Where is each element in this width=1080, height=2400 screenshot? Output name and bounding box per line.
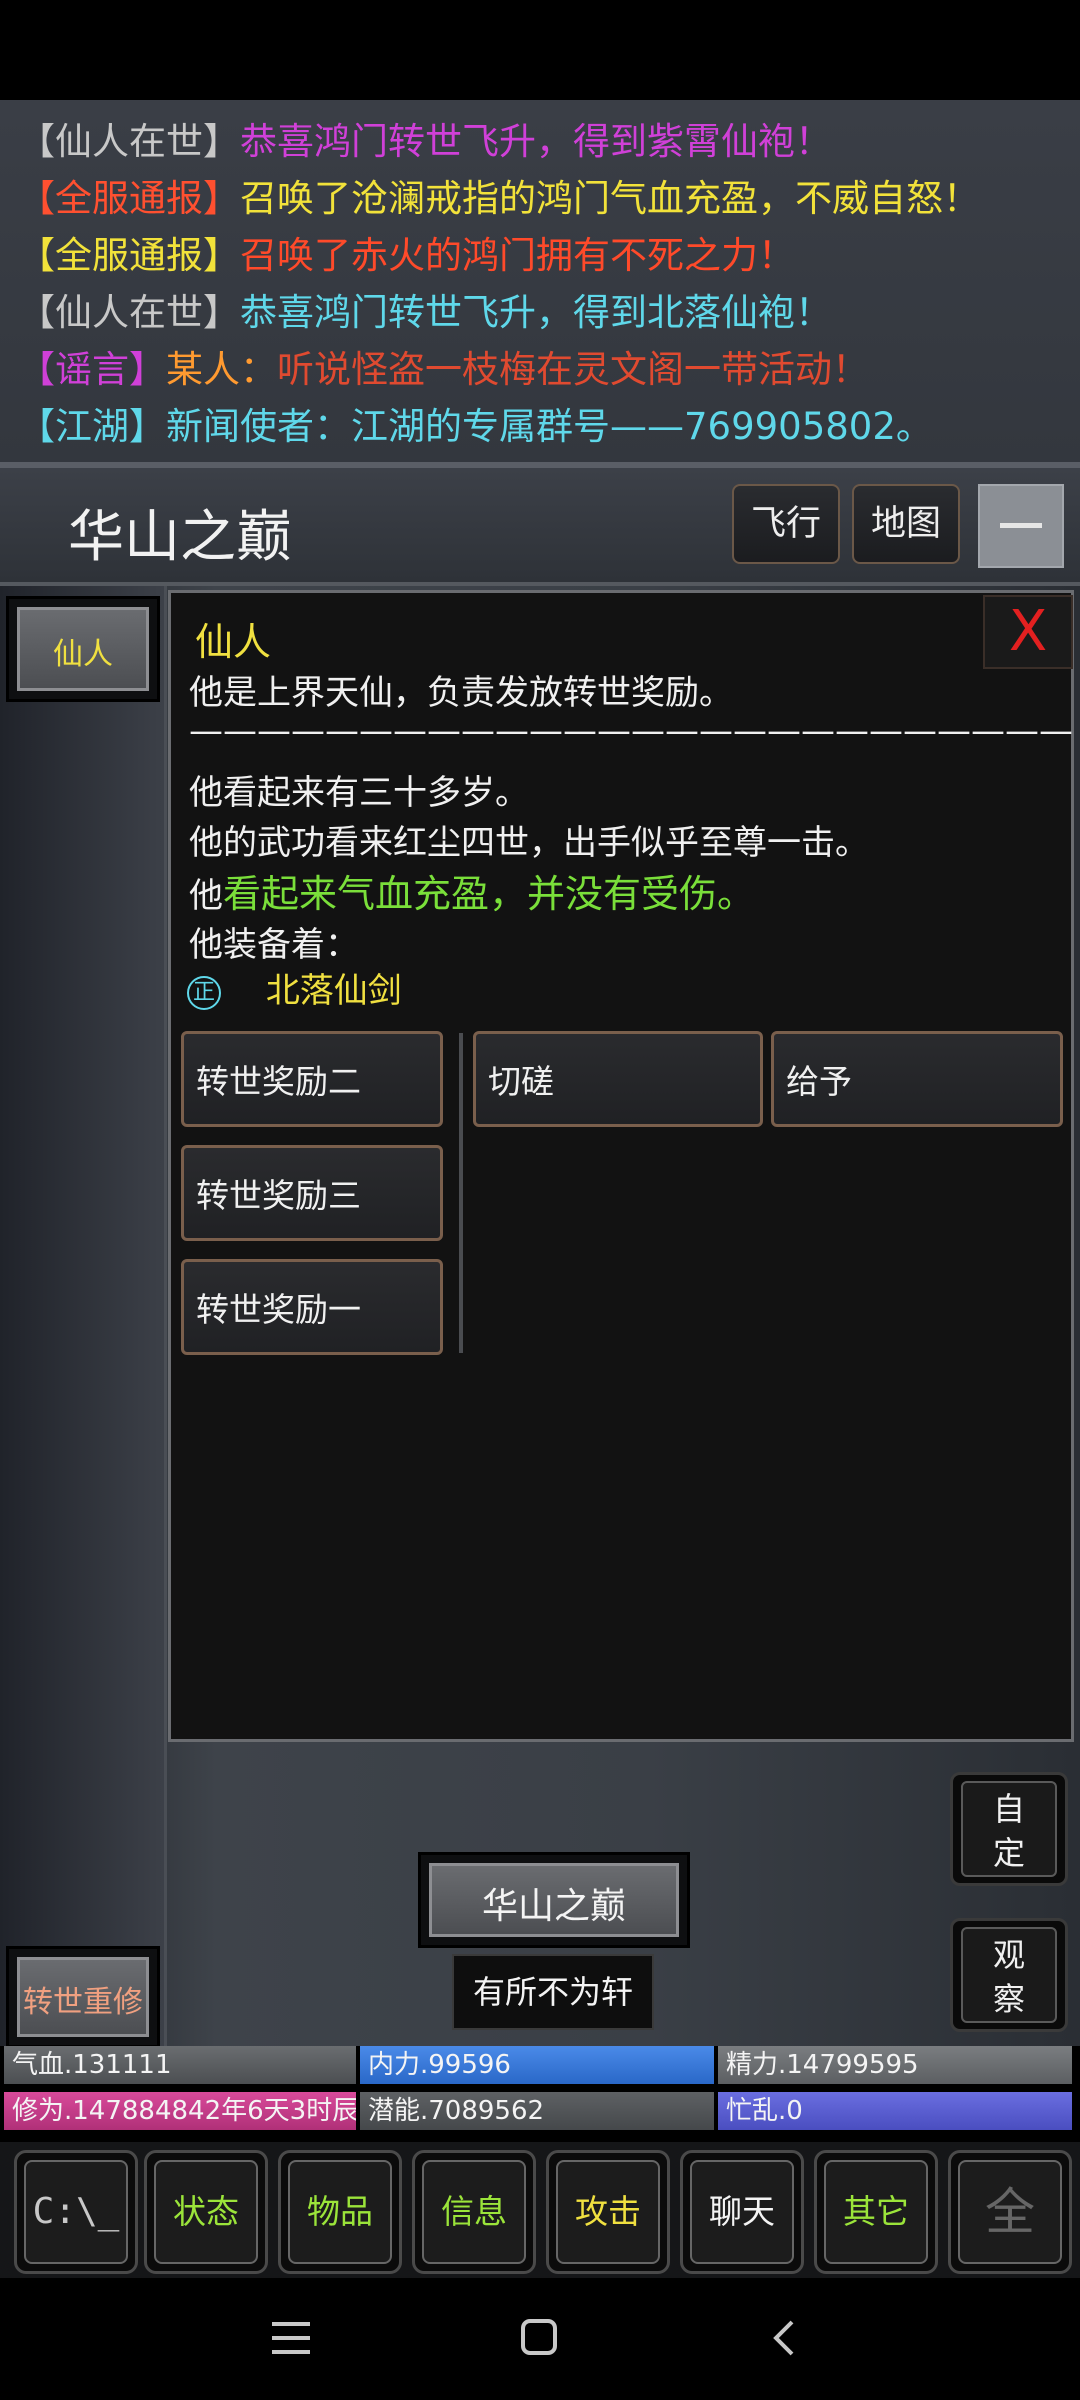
chat-segment: 召唤了沧澜戒指的鸿门气血充盈，不威自怒！ [240,177,980,220]
stat-cultivation: 修为.147884842年6天3时辰 [4,2092,356,2130]
chat-line: 【全服通报】召唤了沧澜戒指的鸿门气血充盈，不威自怒！ [18,171,980,227]
tab-chat-label: 聊天 [690,2160,794,2264]
observe-label-1: 观 [992,1936,1025,1974]
tab-more[interactable]: 全 [948,2150,1072,2274]
stat-jingli: 精力.14799595 [718,2046,1072,2084]
stat-potential: 潜能.7089562 [360,2092,714,2130]
custom-label-2: 定 [992,1834,1025,1872]
more-icon: 全 [958,2160,1062,2264]
chat-segment: 某人： [166,348,277,391]
equip-title: 他装备着： [189,925,359,965]
tab-status-label: 状态 [154,2160,258,2264]
chat-segment: 新闻使者：江湖的专属群号——769905802。 [166,405,933,448]
tab-attack[interactable]: 攻击 [546,2150,670,2274]
console-icon: C:\_ [24,2160,128,2264]
action-rebirth-reward-3[interactable]: 转世奖励三 [181,1145,443,1241]
tab-other-label: 其它 [824,2160,928,2264]
observe-button[interactable]: 观察 [950,1918,1068,2032]
npc-age: 他看起来有三十多岁。 [189,773,529,813]
map-button[interactable]: 地图 [852,484,960,564]
tab-other[interactable]: 其它 [814,2150,938,2274]
stat-busy: 忙乱.0 [718,2092,1072,2130]
npc-description: 他是上界天仙，负责发放转世奖励。 [189,673,733,713]
npc-dialog: 仙人 X 他是上界天仙，负责发放转世奖励。 ——————————————————… [168,590,1074,1742]
equip-badge-icon: 正 [187,975,221,1010]
minus-icon [1000,523,1042,528]
location-button-label: 华山之巅 [481,1886,626,1927]
tab-attack-label: 攻击 [556,2160,660,2264]
chat-line: 【江湖】新闻使者：江湖的专属群号——769905802。 [18,399,933,455]
location-title: 华山之巅 [68,505,292,570]
location-button[interactable]: 华山之巅 [418,1852,690,1948]
rebirth-button-label: 转世重修 [23,1985,143,2020]
tab-info[interactable]: 信息 [412,2150,536,2274]
chat-line: 【仙人在世】恭喜鸿门转世飞升，得到北落仙袍！ [18,285,832,341]
chat-feed[interactable]: 【仙人在世】恭喜鸿门转世飞升，得到紫霄仙袍！ 【全服通报】召唤了沧澜戒指的鸿门气血… [0,100,1080,462]
close-button[interactable]: X [983,595,1073,669]
fly-button[interactable]: 飞行 [732,484,840,564]
tab-status[interactable]: 状态 [144,2150,268,2274]
custom-label-1: 自 [992,1790,1025,1828]
home-icon[interactable] [520,2318,558,2356]
chat-segment: 【仙人在世】 [18,291,240,334]
system-nav-bar [0,2278,1080,2400]
npc-skill: 他的武功看来红尘四世，出手似乎至尊一击。 [189,823,869,863]
custom-button[interactable]: 自定 [950,1772,1068,1886]
action-give[interactable]: 给予 [771,1031,1063,1127]
status-bar [0,0,1080,100]
chat-segment: 【仙人在世】 [18,120,240,163]
action-rebirth-reward-2[interactable]: 转世奖励二 [181,1031,443,1127]
equip-item-name[interactable]: 北落仙剑 [266,971,402,1011]
rebirth-button[interactable]: 转世重修 [6,1946,160,2048]
action-spar[interactable]: 切磋 [473,1031,763,1127]
chat-line: 【全服通报】召唤了赤火的鸿门拥有不死之力！ [18,228,795,284]
npc-button-label: 仙人 [53,637,113,672]
npc-name: 仙人 [195,620,272,664]
chat-line: 【仙人在世】恭喜鸿门转世飞升，得到紫霄仙袍！ [18,114,832,170]
location-bar: 华山之巅 飞行 地图 [0,468,1080,586]
npc-health-line: 他看起来气血充盈，并没有受伤。 [189,863,755,918]
menu-icon[interactable] [272,2320,312,2356]
equip-item-row[interactable]: 正 北落仙剑 [187,963,402,1012]
tab-bar: C:\_ 状态 物品 信息 攻击 聊天 其它 全 [0,2142,1080,2278]
chat-segment: 【全服通报】 [18,234,240,277]
chat-segment: 恭喜鸿门转世飞升，得到紫霄仙袍！ [240,120,832,163]
tab-items[interactable]: 物品 [278,2150,402,2274]
back-icon[interactable] [770,2318,798,2358]
action-divider [459,1033,463,1353]
npc-button[interactable]: 仙人 [6,596,160,702]
tab-info-label: 信息 [422,2160,526,2264]
tab-items-label: 物品 [288,2160,392,2264]
npc-column [0,586,167,2046]
chat-segment: 【江湖】 [18,405,166,448]
separator-line: —————————————————————————— [189,711,1073,751]
chat-segment: 【谣言】 [18,348,166,391]
tab-chat[interactable]: 聊天 [680,2150,804,2274]
stat-neili: 内力.99596 [360,2046,714,2084]
tab-console[interactable]: C:\_ [14,2150,138,2274]
health-prefix: 他 [189,876,223,916]
chat-line: 【谣言】某人：听说怪盗一枝梅在灵文阁一带活动！ [18,342,869,398]
player-tag[interactable]: 有所不为轩 [452,1954,654,2030]
observe-label-2: 察 [992,1980,1025,2018]
chat-segment: 听说怪盗一枝梅在灵文阁一带活动！ [277,348,869,391]
chat-segment: 【全服通报】 [18,177,240,220]
action-rebirth-reward-1[interactable]: 转世奖励一 [181,1259,443,1355]
chat-segment: 召唤了赤火的鸿门拥有不死之力！ [240,234,795,277]
chat-segment: 恭喜鸿门转世飞升，得到北落仙袍！ [240,291,832,334]
stat-hp: 气血.131111 [4,2046,356,2084]
collapse-button[interactable] [978,484,1064,568]
npc-health: 看起来气血充盈，并没有受伤。 [223,872,756,916]
